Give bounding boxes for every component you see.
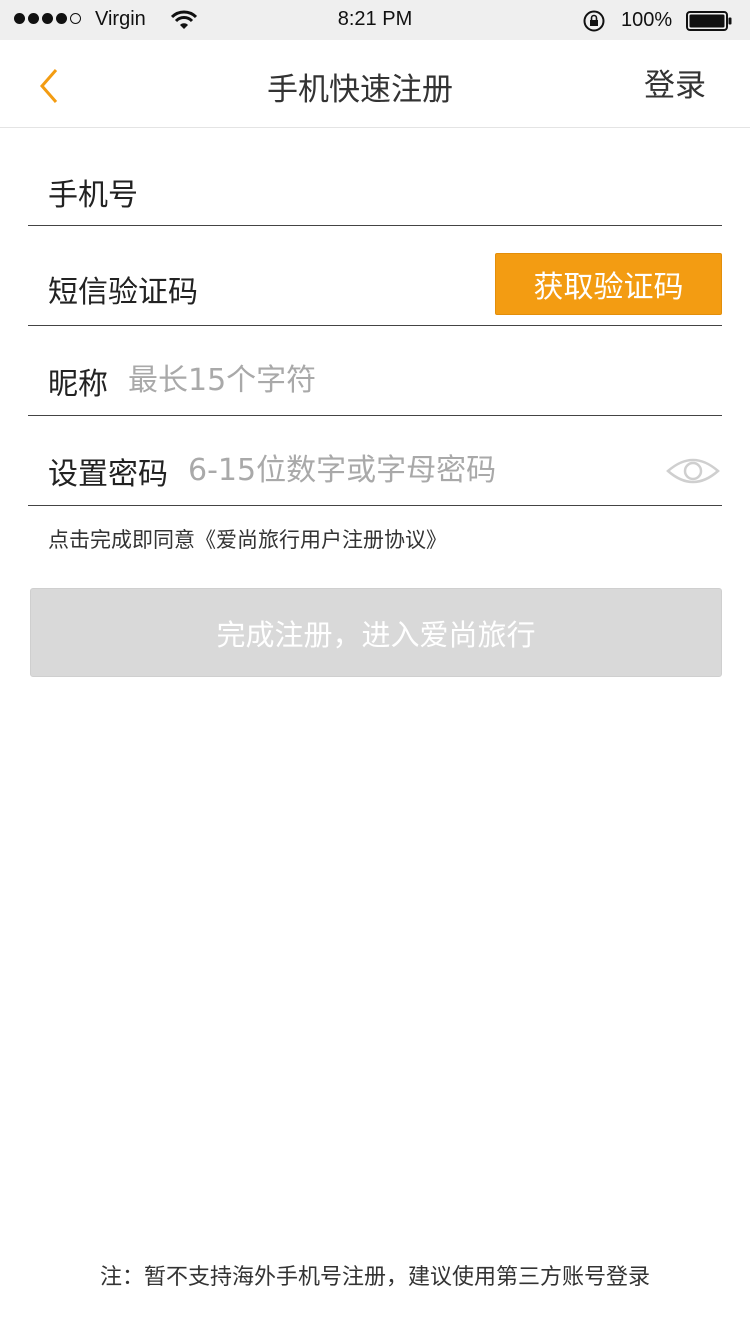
status-bar: Virgin 8:21 PM 100% bbox=[0, 0, 750, 40]
complete-registration-button[interactable]: 完成注册，进入爱尚旅行 bbox=[30, 588, 722, 677]
get-code-button[interactable]: 获取验证码 bbox=[495, 253, 722, 315]
phone-field-row: 手机号 bbox=[28, 158, 722, 226]
nickname-field-row: 昵称 bbox=[28, 346, 722, 416]
password-input[interactable] bbox=[188, 453, 666, 488]
password-field-row: 设置密码 bbox=[28, 436, 722, 506]
rotation-lock-icon bbox=[583, 10, 605, 32]
battery-icon bbox=[686, 11, 732, 31]
nav-bar: 手机快速注册 登录 bbox=[0, 40, 750, 128]
agreement-text: 点击完成即同意《爱尚旅行用户注册协议》 bbox=[48, 524, 447, 554]
nickname-input[interactable] bbox=[128, 363, 722, 398]
nickname-label: 昵称 bbox=[48, 366, 108, 402]
phone-label: 手机号 bbox=[48, 177, 138, 213]
sms-code-field-row: 短信验证码 获取验证码 bbox=[28, 252, 722, 326]
user-agreement-link[interactable]: 《爱尚旅行用户注册协议》 bbox=[195, 528, 447, 552]
login-link[interactable]: 登录 bbox=[644, 60, 706, 105]
footer-note: 注：暂不支持海外手机号注册，建议使用第三方账号登录 bbox=[99, 1265, 650, 1290]
sms-code-label: 短信验证码 bbox=[48, 274, 198, 310]
agreement-prefix: 点击完成即同意 bbox=[48, 528, 195, 552]
show-password-eye-icon[interactable] bbox=[666, 455, 720, 487]
page-title: 手机快速注册 bbox=[267, 72, 453, 108]
register-screen: Virgin 8:21 PM 100% 手机快速注册 登录 手机号 短信验证码 … bbox=[0, 0, 750, 1334]
password-label: 设置密码 bbox=[48, 456, 168, 492]
phone-input[interactable] bbox=[158, 174, 722, 209]
battery-percent: 100% bbox=[621, 9, 673, 31]
sms-code-input[interactable] bbox=[218, 271, 482, 306]
